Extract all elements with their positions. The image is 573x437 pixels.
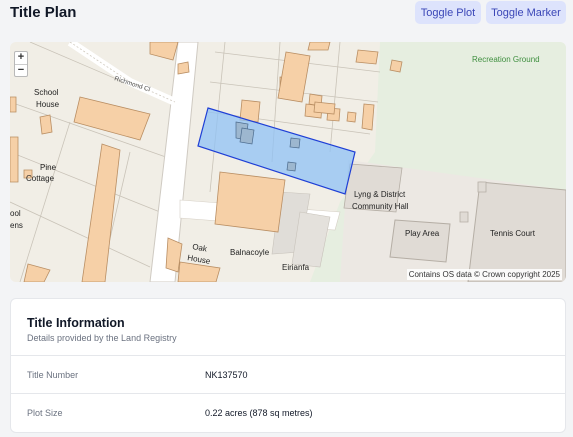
header: Title Plan Toggle Plot Toggle Marker	[0, 0, 573, 28]
zoom-out-button[interactable]: −	[15, 64, 27, 76]
label-ens: ens	[10, 221, 23, 230]
map-canvas[interactable]: Recreation Ground Richmond Cl School Hou…	[10, 42, 566, 282]
label-school: School	[34, 88, 59, 97]
plot-size-label: Plot Size	[27, 408, 63, 418]
label-richmond-cl: Richmond Cl	[113, 75, 151, 93]
toggle-marker-button[interactable]: Toggle Marker	[486, 1, 566, 24]
page-title: Title Plan	[10, 4, 77, 21]
title-plan-map[interactable]: Recreation Ground Richmond Cl School Hou…	[10, 42, 566, 282]
title-number-row: Title Number NK137570	[11, 356, 565, 394]
label-recreation-ground: Recreation Ground	[472, 55, 540, 64]
play-area	[389, 219, 451, 263]
label-oak: Oak	[192, 242, 209, 254]
label-play-area: Play Area	[405, 229, 440, 238]
zoom-control: + −	[14, 51, 28, 77]
card-subtitle: Details provided by the Land Registry	[27, 333, 177, 343]
label-house: House	[36, 100, 60, 109]
label-lyng-district: Lyng & District	[354, 190, 406, 199]
label-pine: Pine	[40, 163, 57, 172]
label-ool: ool	[10, 209, 21, 218]
card-header: Title Information Details provided by th…	[11, 299, 565, 356]
plot-size-value: 0.22 acres (878 sq metres)	[205, 408, 313, 418]
toggle-plot-button[interactable]: Toggle Plot	[415, 1, 481, 24]
label-community-hall: Community Hall	[352, 202, 409, 211]
plot-size-row: Plot Size 0.22 acres (878 sq metres)	[11, 394, 565, 432]
title-number-value: NK137570	[205, 370, 248, 380]
label-tennis-court: Tennis Court	[490, 229, 536, 238]
title-information-card: Title Information Details provided by th…	[10, 298, 566, 433]
card-title: Title Information	[27, 316, 125, 330]
title-number-label: Title Number	[27, 370, 79, 380]
map-attribution: Contains OS data © Crown copyright 2025	[406, 269, 562, 280]
zoom-in-button[interactable]: +	[15, 52, 27, 64]
label-eirianfa: Eirianfa	[282, 263, 310, 272]
label-cottage: Cottage	[26, 174, 55, 183]
label-balnacoyle: Balnacoyle	[230, 248, 270, 257]
